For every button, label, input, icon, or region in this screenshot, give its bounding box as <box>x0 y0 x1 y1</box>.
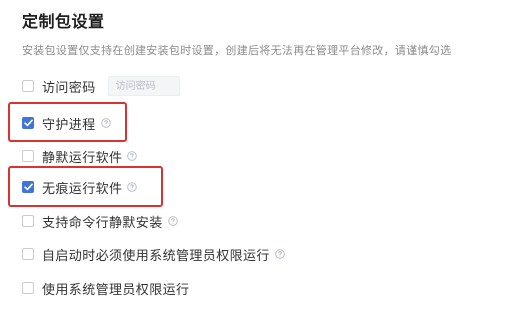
option-label: 访问密码 <box>42 80 96 96</box>
option-silent-run[interactable]: 静默运行软件 <box>22 144 138 168</box>
highlight-box-daemon-process <box>8 102 127 142</box>
option-label: 静默运行软件 <box>42 150 123 166</box>
option-label: 支持命令行静默安装 <box>42 215 163 231</box>
question-circle-icon[interactable] <box>127 151 138 161</box>
section-title: 定制包设置 <box>22 12 105 31</box>
option-label: 使用系统管理员权限运行 <box>42 282 190 298</box>
option-cli-silent-install[interactable]: 支持命令行静默安装 <box>22 209 178 233</box>
question-circle-icon[interactable] <box>167 216 178 226</box>
option-run-as-admin[interactable]: 使用系统管理员权限运行 <box>22 276 189 300</box>
silent-run-checkbox[interactable] <box>22 150 34 162</box>
access-password-checkbox[interactable] <box>22 80 34 92</box>
custom-package-settings-panel: 定制包设置 安装包设置仅支持在创建安装包时设置，创建后将无法再在管理平台修改，请… <box>0 0 508 312</box>
section-description: 安装包设置仅支持在创建安装包时设置，创建后将无法再在管理平台修改，请谨慎勾选 <box>22 44 452 57</box>
autostart-admin-checkbox[interactable] <box>22 248 34 260</box>
cli-silent-install-checkbox[interactable] <box>22 215 34 227</box>
run-as-admin-checkbox[interactable] <box>22 282 34 294</box>
question-circle-icon[interactable] <box>275 249 285 259</box>
highlight-box-traceless-run <box>8 166 163 207</box>
option-autostart-admin[interactable]: 自启动时必须使用系统管理员权限运行 <box>22 242 285 266</box>
access-password-input[interactable] <box>107 76 180 96</box>
option-access-password[interactable]: 访问密码 <box>22 74 180 98</box>
option-label: 自启动时必须使用系统管理员权限运行 <box>42 248 270 264</box>
